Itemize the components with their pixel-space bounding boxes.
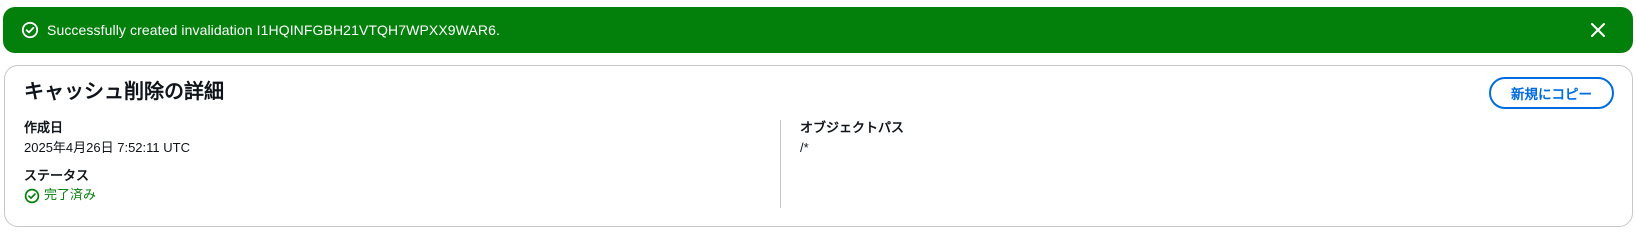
- check-circle-icon: [21, 21, 39, 39]
- panel-title: キャッシュ削除の詳細: [24, 79, 224, 103]
- copy-to-new-button[interactable]: 新規にコピー: [1489, 77, 1614, 109]
- details-right-column: オブジェクトパス /*: [800, 120, 904, 158]
- close-icon: [1591, 23, 1605, 37]
- check-circle-icon: [24, 188, 40, 204]
- flash-message: Successfully created invalidation I1HQIN…: [47, 22, 500, 38]
- success-flashbar: Successfully created invalidation I1HQIN…: [3, 7, 1633, 53]
- dismiss-button[interactable]: [1587, 19, 1609, 41]
- created-date-label: 作成日: [24, 121, 64, 136]
- created-date-field: 作成日 2025年4月26日 7:52:11 UTC: [24, 120, 190, 158]
- status-value: 完了済み: [24, 186, 190, 206]
- details-left-column: 作成日 2025年4月26日 7:52:11 UTC ステータス 完了済み: [24, 120, 190, 206]
- invalidation-details-panel: キャッシュ削除の詳細 新規にコピー 作成日 2025年4月26日 7:52:11…: [4, 65, 1633, 227]
- created-date-value: 2025年4月26日 7:52:11 UTC: [24, 140, 190, 155]
- object-path-label: オブジェクトパス: [800, 121, 905, 136]
- status-text: 完了済み: [44, 188, 97, 203]
- status-field: ステータス 完了済み: [24, 168, 190, 206]
- object-path-value: /*: [800, 140, 809, 155]
- status-label: ステータス: [24, 169, 90, 184]
- column-divider: [780, 120, 781, 208]
- object-path-field: オブジェクトパス /*: [800, 120, 904, 158]
